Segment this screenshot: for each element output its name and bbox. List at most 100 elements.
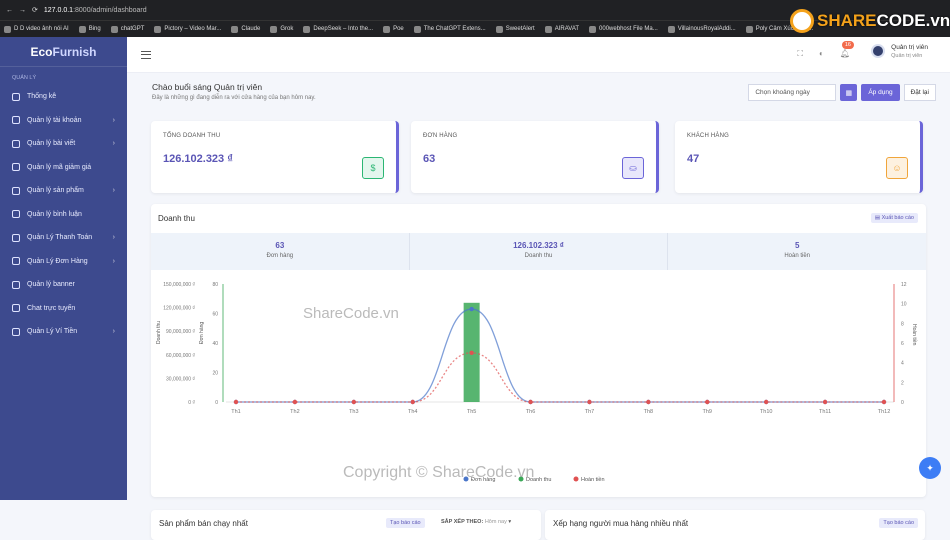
sidebar-item[interactable]: Quản lý bình luận [0,203,127,227]
watermark-bottom: Copyright © ShareCode.vn [343,464,535,481]
logo-mark-icon [790,9,814,33]
sidebar-item[interactable]: Quản lý mã giảm giá [0,156,127,180]
summary-value: 126.102.323 ₫ [513,241,564,250]
bell-icon[interactable]: 🔔︎ [840,49,850,59]
bookmark-icon [110,25,118,33]
sidebar-item[interactable]: Quản Lý Đơn Hàng › [0,250,127,274]
sidebar-item-label: Thống kê [27,93,57,101]
bookmark-item[interactable]: chatGPT [110,25,145,33]
menu-item-icon [12,92,20,101]
sidebar-item[interactable]: Quản lý banner [0,273,127,297]
sidebar-item[interactable]: Quản Lý Thanh Toán › [0,226,127,250]
revenue-title: Doanh thu [158,214,195,223]
stat-title: KHÁCH HÀNG [687,133,730,139]
orders-tick-label: 20 [212,371,218,377]
bookmark-item[interactable]: Pictory – Video Mar... [154,25,221,33]
fullscreen-icon[interactable]: ⛶ [797,49,803,59]
orders-axis-title: Đơn hàng [199,322,205,344]
refunds-point[interactable] [763,399,769,405]
revenue-tick-label: 150,000,000 ₫ [163,282,195,288]
chevron-right-icon: › [112,140,115,148]
orders-point[interactable] [469,306,474,312]
bookmark-item[interactable]: Claude [231,25,261,33]
bookmark-item[interactable]: The ChatGPT Extens... [413,25,486,33]
orders-tick-label: 80 [212,282,218,288]
bookmark-icon [270,25,278,33]
refund-tick-label: 4 [901,361,904,367]
refunds-point[interactable] [587,399,592,405]
bookmark-item[interactable]: DeepSeek – Into the... [303,25,373,33]
bookmark-label: chatGPT [120,26,145,32]
refunds-point[interactable] [528,399,533,405]
refunds-point[interactable] [351,399,357,405]
refund-tick-label: 2 [901,380,904,386]
bookmark-item[interactable]: AIRAVAT [544,25,579,33]
bookmark-item[interactable]: D D video ảnh nói AI [4,25,69,33]
revenue-tick-label: 0 ₫ [188,400,195,406]
user-menu[interactable]: Quản trị viên Quản trị viên [871,43,928,59]
sidebar-section-label: QUẢN LÝ [12,75,37,81]
menu-toggle-icon[interactable] [141,50,151,59]
sidebar-item[interactable]: Quản lý bài viết › [0,132,127,156]
refunds-point[interactable] [292,399,298,405]
menu-item-icon [12,186,20,195]
legend-swatch [573,476,579,482]
avatar [871,44,886,58]
refund-tick-label: 0 [901,400,904,406]
orders-line [235,308,884,403]
bookmark-item[interactable]: 000webhost File Ma... [589,25,658,33]
sidebar-item-label: Quản lý banner [27,281,75,289]
x-tick-label: Th9 [703,409,712,415]
sidebar-item[interactable]: Quản lý sản phẩm › [0,179,127,203]
sidebar-item[interactable]: Thống kê [0,85,127,109]
refunds-point[interactable] [822,399,828,405]
sidebar-item[interactable]: Quản Lý Ví Tiền › [0,320,127,344]
theme-toggle-icon[interactable]: ◐ [819,49,824,59]
bookmark-item[interactable]: Bing [78,25,101,33]
bag-icon: ⛀ [622,157,644,179]
sidebar-item-label: Quản lý tài khoản [27,116,82,124]
refunds-point[interactable] [705,399,710,405]
revenue-tick-label: 90,000,000 ₫ [166,329,195,335]
back-icon[interactable]: ← [6,7,13,14]
orders-tick-label: 40 [212,341,218,347]
stat-value: 126.102.323 ₫ [163,153,233,165]
export-report-button[interactable]: ▤ Xuất báo cáo [870,213,918,223]
reload-icon[interactable]: ⟳ [32,6,38,14]
create-report-button-2[interactable]: Tạo báo cáo [879,518,918,528]
bookmark-icon [589,25,597,33]
chat-fab-icon[interactable]: ✦ [919,457,941,479]
summary-label: Doanh thu [524,253,553,259]
bookmark-item[interactable]: Poe [383,25,404,33]
refunds-point[interactable] [410,399,415,405]
bookmark-item[interactable]: Grok [270,25,293,33]
bookmark-icon [544,25,552,33]
menu-item-icon [12,233,20,242]
sidebar-item-label: Quản Lý Đơn Hàng [27,257,88,265]
create-report-button[interactable]: Tạo báo cáo [386,518,425,528]
sidebar-item[interactable]: Chat trực tuyến [0,297,127,321]
refunds-point[interactable] [233,399,239,405]
revenue-card: Doanh thu ▤ Xuất báo cáo 63 Đơn hàng 126.1… [151,204,926,497]
url-field[interactable]: 127.0.0.1:8000/admin/dashboard [44,7,147,14]
forward-icon[interactable]: → [19,7,26,14]
refunds-point[interactable] [469,350,474,356]
brand-logo[interactable]: Eco Furnish [0,37,127,67]
sort-select[interactable]: SẮP XẾP THEO: Hôm nay ▾ [441,519,511,525]
apply-button[interactable]: Áp dụng [861,84,900,101]
bookmark-icon [4,25,11,33]
sidebar-item[interactable]: Quản lý tài khoản › [0,109,127,133]
calendar-icon[interactable]: ▦ [840,84,858,101]
menu-item-icon [12,163,20,172]
reset-button[interactable]: Đặt lại [903,84,936,101]
sidebar-item-label: Quản Lý Thanh Toán [27,234,93,242]
bookmark-label: Claude [241,26,261,32]
revenue-summary: 63 Đơn hàng 126.102.323 ₫ Doanh thu 5 Hoàn ti… [151,233,926,270]
user-role: Quản trị viên [891,53,923,59]
bookmark-item[interactable]: VillainousRoyalAddi... [667,25,736,33]
bookmark-item[interactable]: SweetAlert [495,25,535,33]
refunds-point[interactable] [646,399,651,405]
bookmark-icon [495,25,503,33]
date-range-input[interactable]: Chọn khoảng ngày [748,84,837,101]
refunds-point[interactable] [881,399,887,405]
